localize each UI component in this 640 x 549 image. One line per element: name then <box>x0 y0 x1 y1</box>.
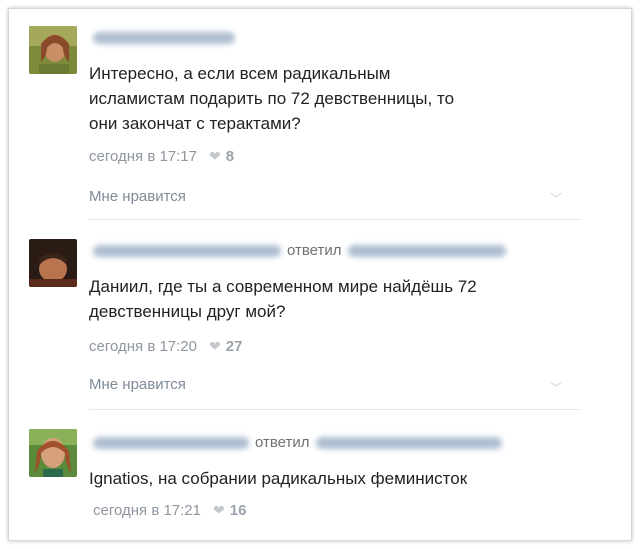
comment-1: Интересно, а если всем радикальным ислам… <box>9 9 631 219</box>
comment-text-line: они закончат с терактами? <box>89 114 301 133</box>
like-count: 8 <box>225 148 235 165</box>
reply-target-name[interactable] <box>347 244 506 257</box>
reply-target-name[interactable] <box>315 436 502 449</box>
like-count: 16 <box>229 502 247 519</box>
like-button[interactable]: Мне нравится <box>89 376 186 393</box>
chevron-down-icon[interactable]: ﹀ <box>550 190 562 207</box>
comment-3: ответил Ignatios, на собрании радикальны… <box>9 409 631 540</box>
like-button[interactable]: Мне нравится <box>89 188 186 205</box>
comment-time[interactable]: сегодня в 17:17 <box>89 148 197 165</box>
comment-thread: Интересно, а если всем радикальным ислам… <box>8 8 632 541</box>
like-count: 27 <box>225 338 243 355</box>
author-line <box>93 32 235 44</box>
author-name[interactable] <box>93 244 281 257</box>
comment-meta: сегодня в 17:20 ❤ 27 <box>89 338 242 355</box>
author-line: ответил <box>93 242 506 259</box>
comment-text-line: Ignatios, на собрании радикальных фемини… <box>89 469 468 488</box>
comment-2: ответил Даниил, где ты а современном мир… <box>9 219 631 409</box>
comment-text-line: Интересно, а если всем радикальным <box>89 64 391 83</box>
comment-text-line: исламистам подарить по 72 девственницы, … <box>89 89 455 108</box>
author-name[interactable] <box>93 32 235 44</box>
avatar[interactable] <box>29 429 77 477</box>
comment-meta: сегодня в 17:17 ❤ 8 <box>89 148 234 165</box>
heart-icon[interactable]: ❤ <box>209 338 221 355</box>
comment-time[interactable]: сегодня в 17:21 <box>93 502 201 519</box>
reply-word: ответил <box>255 434 310 451</box>
comment-time[interactable]: сегодня в 17:20 <box>89 338 197 355</box>
heart-icon[interactable]: ❤ <box>209 148 221 165</box>
chevron-down-icon[interactable]: ﹀ <box>550 379 562 396</box>
heart-icon[interactable]: ❤ <box>213 502 225 519</box>
author-name[interactable] <box>93 436 249 449</box>
comment-meta: сегодня в 17:21 ❤ 16 <box>93 502 246 519</box>
comment-text: Даниил, где ты а современном мире найдёш… <box>89 274 477 324</box>
avatar[interactable] <box>29 239 77 287</box>
comment-text-line: девственницы друг мой? <box>89 302 286 321</box>
comment-text: Ignatios, на собрании радикальных фемини… <box>89 466 467 491</box>
author-line: ответил <box>93 434 502 451</box>
comment-text-line: Даниил, где ты а современном мире найдёш… <box>89 277 477 296</box>
comment-text: Интересно, а если всем радикальным ислам… <box>89 61 454 136</box>
reply-word: ответил <box>287 242 342 259</box>
avatar[interactable] <box>29 26 77 74</box>
